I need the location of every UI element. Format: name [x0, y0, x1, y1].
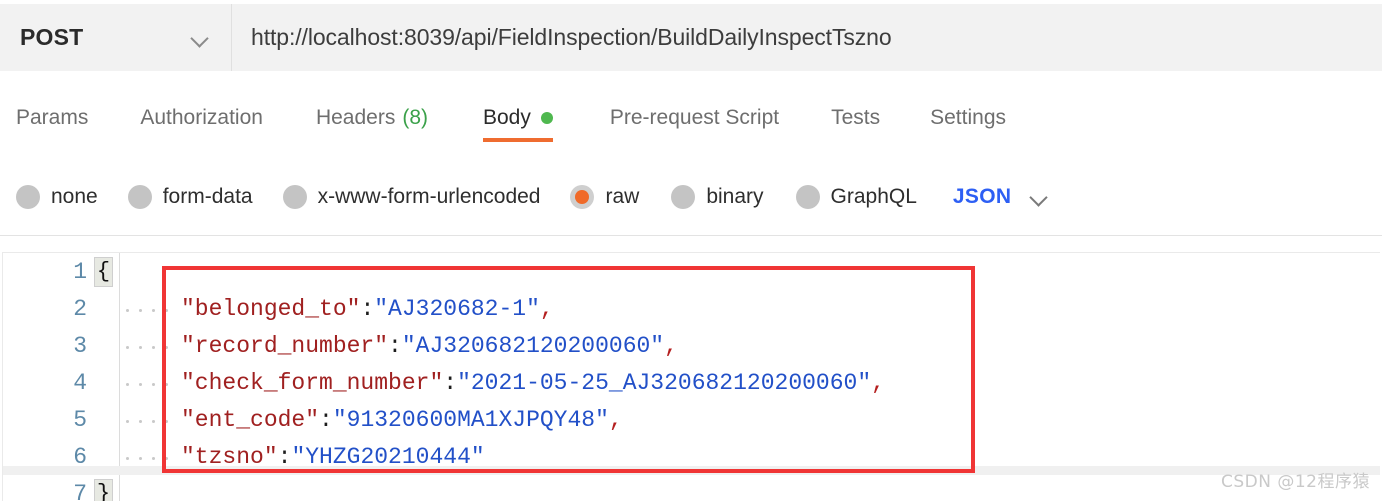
- postman-request-panel: POST http://localhost:8039/api/FieldInsp…: [0, 0, 1382, 501]
- line-number: 1: [73, 259, 87, 285]
- code-text: "belonged_to":"AJ320682-1",: [164, 296, 554, 322]
- json-value: "AJ320682120200060": [401, 333, 665, 359]
- request-tabs: Params Authorization Headers (8) Body Pr…: [0, 98, 1382, 150]
- line-number: 3: [73, 333, 87, 359]
- json-key: "ent_code": [181, 407, 320, 433]
- radio-binary-label: binary: [706, 185, 764, 208]
- json-comma: ,: [871, 370, 885, 396]
- radio-raw[interactable]: raw: [570, 185, 639, 209]
- json-value: "2021-05-25_AJ320682120200060": [457, 370, 872, 396]
- radio-raw-label: raw: [605, 185, 640, 208]
- code-line[interactable]: 3 "record_number":"AJ320682120200060",: [3, 328, 1380, 364]
- code-text: "record_number":"AJ320682120200060",: [164, 333, 678, 359]
- tab-authorization-label: Authorization: [140, 106, 263, 129]
- tab-pre-request-script-label: Pre-request Script: [609, 106, 780, 129]
- json-colon: :: [443, 370, 458, 396]
- code-text: "check_form_number":"2021-05-25_AJ320682…: [164, 370, 885, 396]
- json-key: "belonged_to": [181, 296, 361, 322]
- tab-headers[interactable]: Headers (8): [316, 98, 428, 150]
- chevron-down-icon[interactable]: [191, 29, 209, 47]
- close-brace-glyph: }: [94, 479, 113, 501]
- radio-none-label: none: [51, 185, 98, 208]
- tab-settings-label: Settings: [930, 106, 1007, 129]
- json-colon: :: [277, 444, 292, 470]
- json-value: "AJ320682-1": [374, 296, 540, 322]
- radio-form-data-label: form-data: [162, 185, 253, 208]
- tab-body[interactable]: Body: [483, 98, 553, 150]
- radio-graphql[interactable]: GraphQL: [795, 185, 917, 209]
- url-input[interactable]: http://localhost:8039/api/FieldInspectio…: [232, 4, 1382, 71]
- radio-binary-icon[interactable]: [671, 185, 696, 209]
- open-brace-glyph: {: [94, 257, 113, 287]
- radio-graphql-icon[interactable]: [795, 185, 820, 209]
- watermark-text: CSDN @12程序猿: [1220, 472, 1370, 492]
- json-key: "check_form_number": [181, 370, 444, 396]
- code-line[interactable]: 2 "belonged_to":"AJ320682-1",: [3, 291, 1380, 327]
- json-value: "91320600MA1XJPQY48": [332, 407, 609, 433]
- json-colon: :: [360, 296, 375, 322]
- radio-x-www-form-urlencoded-icon[interactable]: [282, 185, 307, 209]
- url-text: http://localhost:8039/api/FieldInspectio…: [251, 24, 892, 50]
- radio-form-data[interactable]: form-data: [127, 185, 253, 209]
- json-comma: ,: [539, 296, 554, 322]
- radio-x-www-form-urlencoded[interactable]: x-www-form-urlencoded: [282, 185, 541, 209]
- chevron-down-icon[interactable]: [1031, 188, 1049, 206]
- code-line[interactable]: 4 "check_form_number":"2021-05-25_AJ3206…: [3, 365, 1380, 401]
- tab-tests-label: Tests: [831, 106, 881, 129]
- json-key: "record_number": [181, 333, 389, 359]
- radio-none-icon[interactable]: [16, 185, 40, 209]
- fold-marker[interactable]: }: [87, 479, 120, 501]
- code-line[interactable]: 7 }: [3, 476, 1380, 501]
- json-colon: :: [319, 407, 333, 433]
- code-line[interactable]: 1 {: [3, 254, 1380, 290]
- radio-none[interactable]: none: [16, 185, 98, 209]
- json-value: "YHZG20210444": [291, 444, 485, 470]
- tab-authorization[interactable]: Authorization: [140, 98, 263, 150]
- code-text: "ent_code":"91320600MA1XJPQY48",: [164, 407, 623, 433]
- code-line[interactable]: 5 "ent_code":"91320600MA1XJPQY48",: [3, 402, 1380, 438]
- radio-raw-icon[interactable]: [570, 185, 595, 209]
- line-number: 6: [73, 444, 87, 470]
- code-line[interactable]: 6 "tzsno":"YHZG20210444": [3, 439, 1380, 475]
- radio-form-data-icon[interactable]: [127, 185, 152, 209]
- tab-params-label: Params: [16, 106, 89, 129]
- raw-format-selector[interactable]: JSON: [953, 185, 1049, 209]
- json-key: "tzsno": [181, 444, 278, 470]
- code-text: "tzsno":"YHZG20210444": [164, 444, 485, 470]
- line-number: 7: [73, 481, 87, 501]
- json-comma: ,: [608, 407, 623, 433]
- tab-headers-label: Headers: [315, 106, 396, 129]
- radio-x-www-form-urlencoded-label: x-www-form-urlencoded: [317, 185, 541, 208]
- line-number: 4: [73, 370, 87, 396]
- tab-pre-request-script[interactable]: Pre-request Script: [610, 98, 779, 150]
- tab-settings[interactable]: Settings: [930, 98, 1006, 150]
- raw-format-label: JSON: [952, 185, 1012, 208]
- tab-headers-count: (8): [402, 106, 428, 129]
- body-modified-dot-icon: [540, 112, 553, 124]
- tab-tests[interactable]: Tests: [831, 98, 880, 150]
- json-comma: ,: [664, 333, 678, 359]
- active-tab-underline: [483, 138, 553, 142]
- line-number: 5: [73, 407, 87, 433]
- json-colon: :: [388, 333, 402, 359]
- tab-params[interactable]: Params: [16, 98, 88, 150]
- line-number: 2: [73, 296, 87, 322]
- request-url-bar: POST http://localhost:8039/api/FieldInsp…: [0, 4, 1382, 71]
- section-divider: [0, 235, 1382, 236]
- fold-marker[interactable]: {: [87, 257, 120, 287]
- http-method-label: POST: [20, 24, 84, 50]
- radio-graphql-label: GraphQL: [830, 185, 917, 208]
- request-body-editor[interactable]: 1 { 2 "belonged_to":"AJ320682-1", 3 "rec…: [2, 252, 1380, 501]
- radio-binary[interactable]: binary: [671, 185, 764, 209]
- tab-body-label: Body: [483, 106, 531, 129]
- body-type-radio-group: none form-data x-www-form-urlencoded raw…: [0, 172, 1382, 222]
- http-method-selector[interactable]: POST: [0, 4, 232, 71]
